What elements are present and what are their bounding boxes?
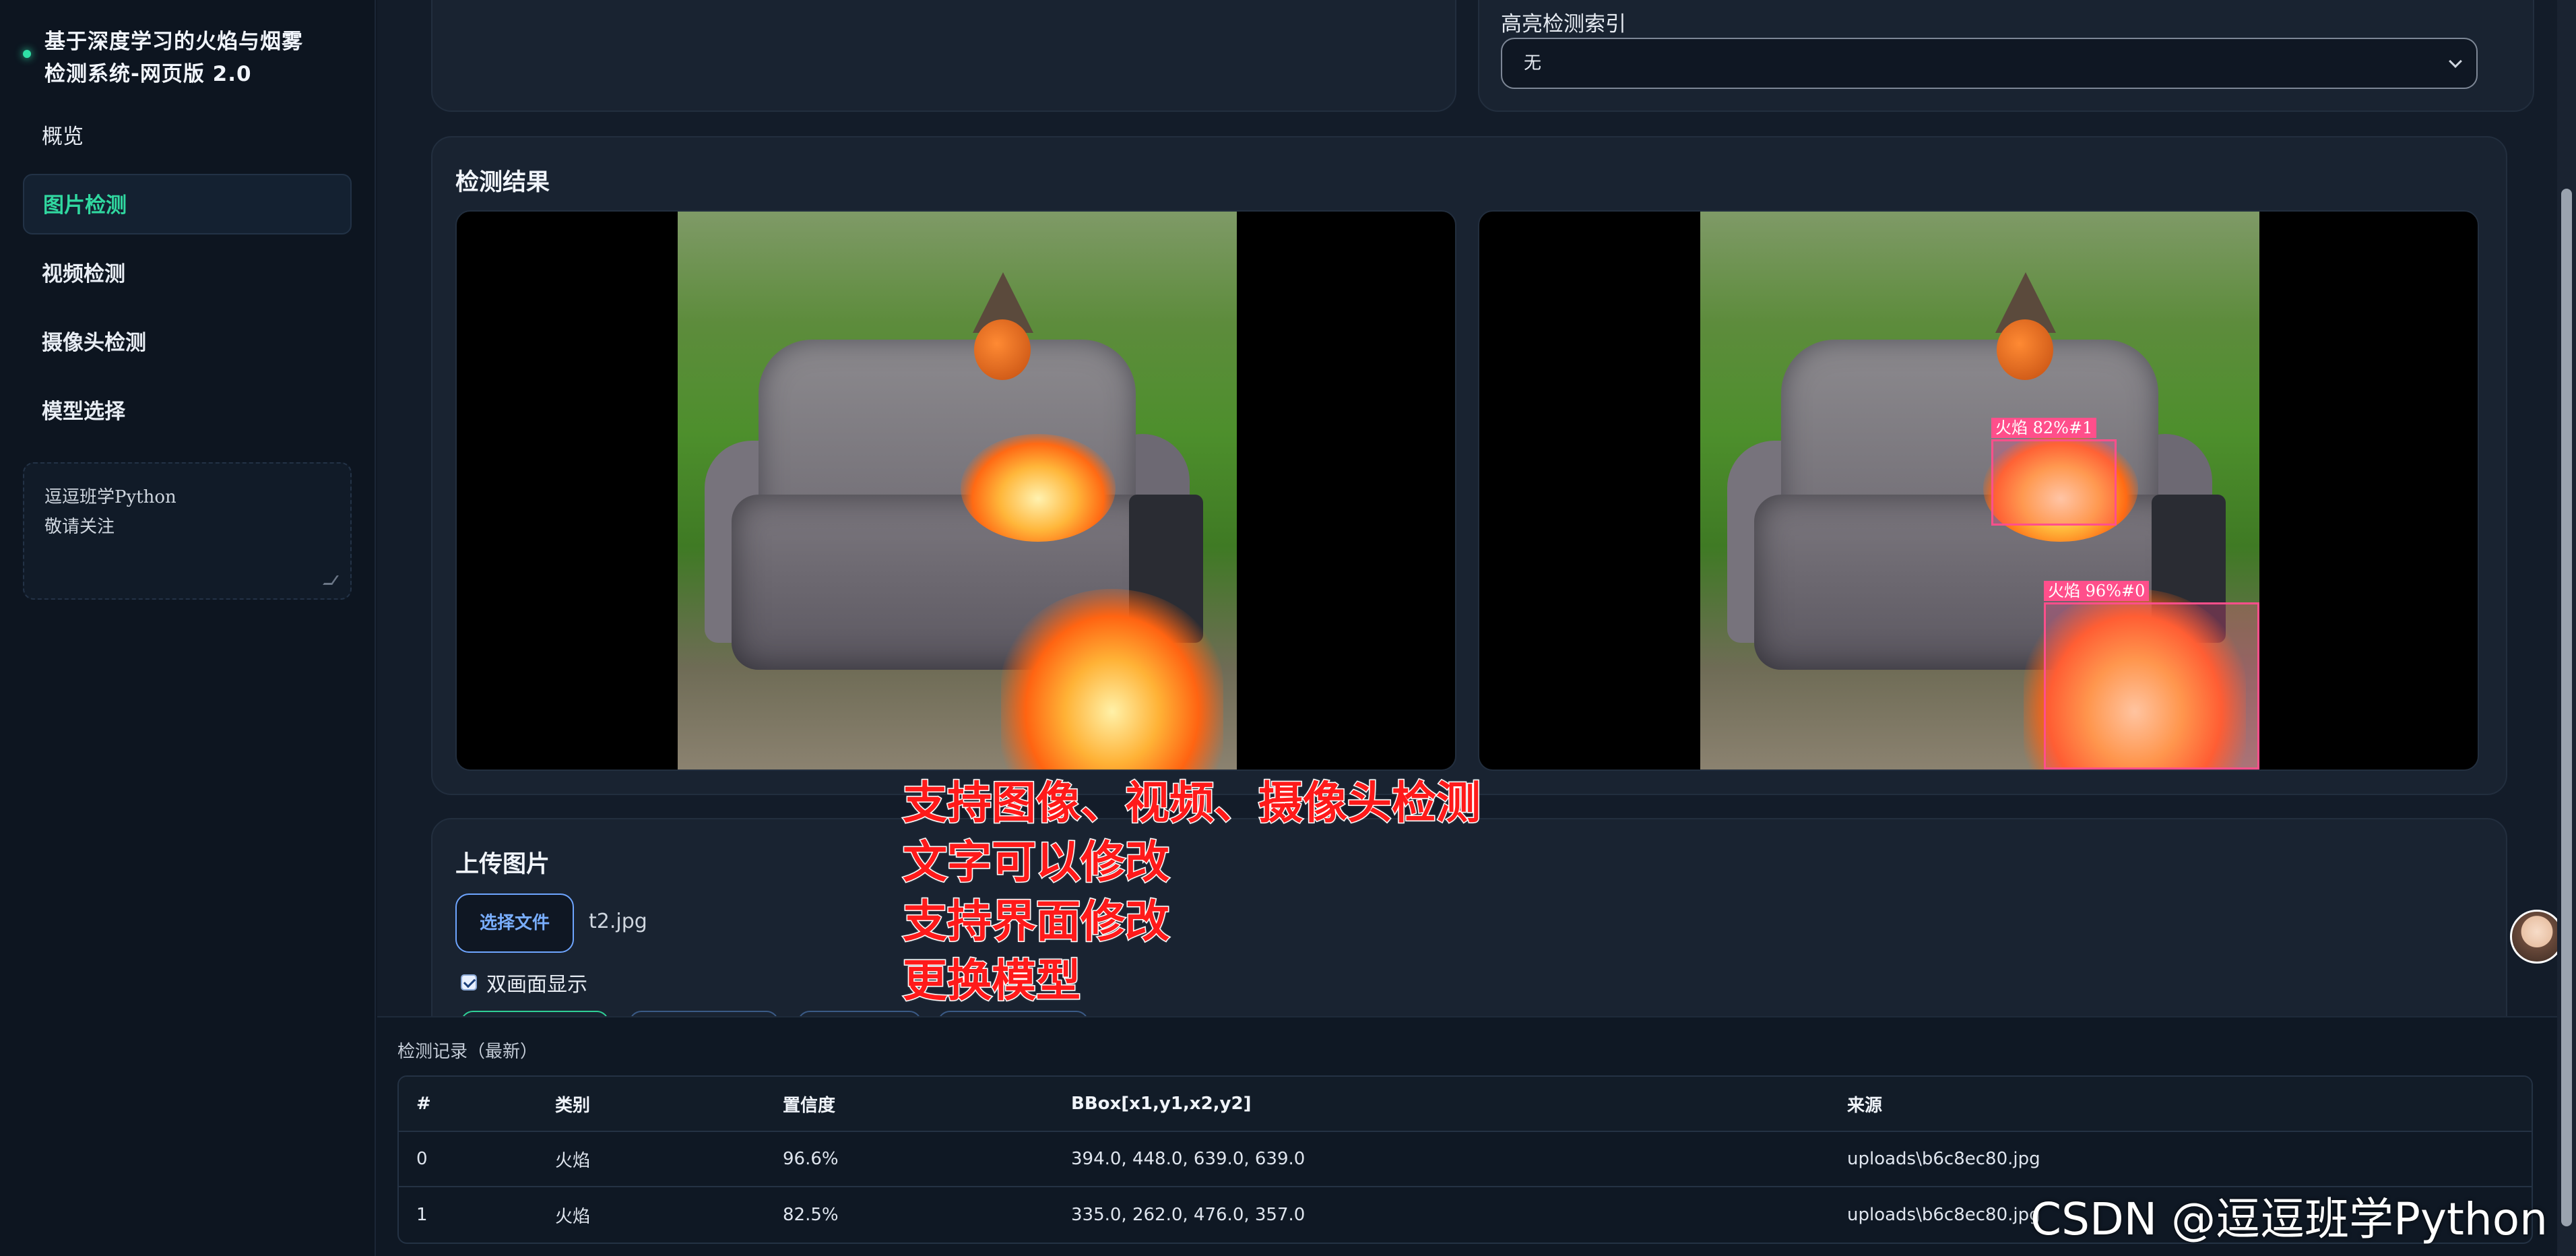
sidebar-item-label: 视频检测 <box>42 262 125 286</box>
table-cell: 394.0, 448.0, 639.0, 639.0 <box>1071 1149 1306 1169</box>
highlight-label: 高亮检测索引 <box>1501 12 1626 36</box>
dual-view-checkbox[interactable] <box>461 974 477 991</box>
notes-line2: 敬请关注 <box>44 517 115 537</box>
detection-box-0 <box>2044 602 2259 770</box>
results-title: 检测结果 <box>455 169 550 196</box>
table-cell: 335.0, 262.0, 476.0, 357.0 <box>1071 1205 1306 1225</box>
detected-image: 火焰 82%#1 火焰 96%#0 <box>1700 212 2259 770</box>
detection-box-1 <box>1991 439 2117 526</box>
highlight-select[interactable]: 无 <box>1501 38 2478 89</box>
log-title: 检测记录（最新） <box>397 1042 538 1062</box>
promo-line-3: 支持界面修改 <box>902 895 1171 949</box>
table-cell: 火焰 <box>555 1206 591 1227</box>
highlight-select-value: 无 <box>1524 53 1542 73</box>
promo-line-4: 更换模型 <box>902 954 1082 1008</box>
table-cell: uploads\b6c8ec80.jpg <box>1847 1149 2040 1169</box>
page-scrollbar[interactable] <box>2557 0 2576 1256</box>
column-header: BBox[x1,y1,x2,y2] <box>1071 1094 1252 1114</box>
resize-handle-icon[interactable] <box>323 575 339 585</box>
choose-file-button[interactable]: 选择文件 <box>455 893 574 953</box>
table-header-row: # 类别 置信度 BBox[x1,y1,x2,y2] 来源 <box>399 1077 2532 1132</box>
table-cell: 1 <box>416 1205 428 1225</box>
promo-overlay: 支持图像、视频、摄像头检测 文字可以修改 支持界面修改 更换模型 <box>902 774 1482 1011</box>
app-title: 基于深度学习的火焰与烟雾 检测系统-网页版 2.0 <box>44 26 303 90</box>
table-cell: 96.6% <box>783 1149 839 1169</box>
detected-image-panel: 火焰 82%#1 火焰 96%#0 <box>1478 210 2479 771</box>
original-image-panel <box>455 210 1456 771</box>
sidebar-item-overview[interactable]: 概览 <box>23 106 352 167</box>
notes-textarea[interactable]: 逗逗班学Python 敬请关注 <box>23 462 352 600</box>
dual-view-label: 双画面显示 <box>486 973 587 997</box>
sidebar-item-label: 图片检测 <box>43 193 127 218</box>
sidebar-item-image-detection[interactable]: 图片检测 <box>23 174 352 234</box>
column-header: 置信度 <box>783 1095 836 1116</box>
sidebar-item-label: 模型选择 <box>42 400 125 424</box>
app-title-line2: 检测系统-网页版 2.0 <box>44 62 252 86</box>
table-row: 0 火焰 96.6% 394.0, 448.0, 639.0, 639.0 up… <box>399 1132 2532 1187</box>
sidebar-item-camera-detection[interactable]: 摄像头检测 <box>23 313 352 373</box>
app-title-line1: 基于深度学习的火焰与烟雾 <box>44 30 303 54</box>
column-header: 类别 <box>555 1095 591 1116</box>
sidebar-item-video-detection[interactable]: 视频检测 <box>23 244 352 305</box>
detection-label-1: 火焰 82%#1 <box>1991 418 2097 438</box>
dual-view-option[interactable]: 双画面显示 <box>461 968 587 997</box>
status-dot-icon <box>23 50 31 58</box>
scrollbar-thumb[interactable] <box>2561 189 2572 1226</box>
promo-line-1: 支持图像、视频、摄像头检测 <box>902 776 1482 830</box>
chevron-down-icon <box>2449 55 2462 68</box>
notes-line1: 逗逗班学Python <box>44 487 176 507</box>
top-left-card <box>431 0 1456 112</box>
sidebar-item-label: 概览 <box>42 125 84 149</box>
selected-filename: t2.jpg <box>589 910 647 933</box>
upload-title: 上传图片 <box>455 851 550 878</box>
original-image <box>678 212 1237 770</box>
column-header: 来源 <box>1847 1095 1883 1116</box>
sidebar: 基于深度学习的火焰与烟雾 检测系统-网页版 2.0 概览 图片检测 视频检测 摄… <box>0 0 376 1256</box>
promo-line-2: 文字可以修改 <box>902 836 1171 889</box>
detection-label-0: 火焰 96%#0 <box>2044 581 2150 601</box>
table-cell: 0 <box>416 1149 428 1169</box>
table-cell: 火焰 <box>555 1150 591 1171</box>
sidebar-item-model-selection[interactable]: 模型选择 <box>23 381 352 442</box>
sidebar-item-label: 摄像头检测 <box>42 331 146 355</box>
brand: 基于深度学习的火焰与烟雾 检测系统-网页版 2.0 <box>23 26 360 90</box>
table-cell: 82.5% <box>783 1205 839 1225</box>
watermark: CSDN @逗逗班学Python <box>2030 1193 2548 1245</box>
column-header: # <box>416 1094 431 1114</box>
assistant-avatar[interactable] <box>2510 910 2564 964</box>
